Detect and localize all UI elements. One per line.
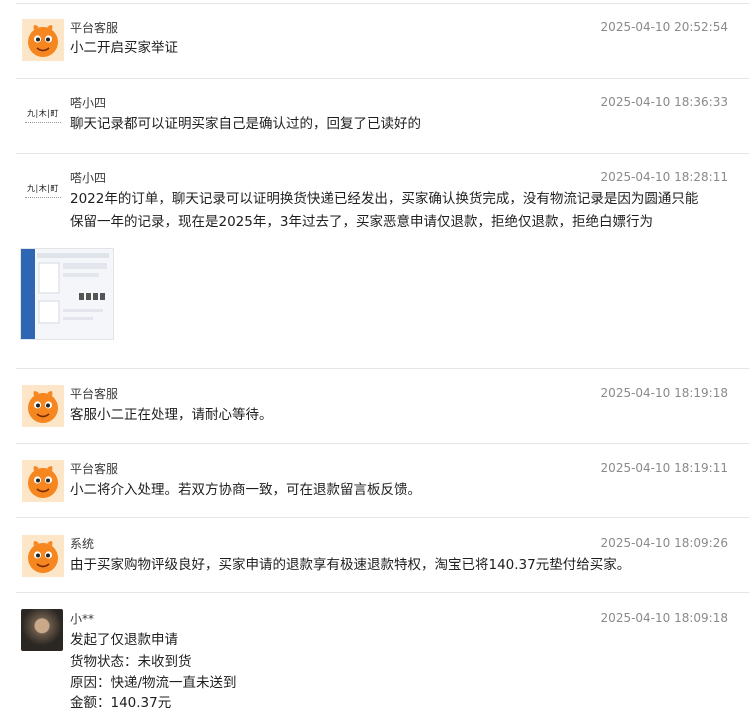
divider (16, 368, 749, 369)
sender-name: 平台客服 (70, 462, 119, 476)
message-time: 2025-04-10 20:52:54 (600, 20, 728, 34)
sender-name: 嗒小四 (70, 96, 107, 110)
message-text: 金额：140.37元 (70, 695, 172, 711)
sender-name: 嗒小四 (70, 171, 107, 185)
shop-logo: 九|木|町 (22, 183, 64, 203)
divider (16, 3, 749, 4)
message-text: 由于买家购物评级良好，买家申请的退款享有极速退款特权，淘宝已将140.37元垫付… (70, 557, 631, 573)
taobao-mascot-icon (22, 19, 64, 61)
message-time: 2025-04-10 18:36:33 (600, 95, 728, 109)
taobao-mascot-icon (22, 535, 64, 577)
attachment-thumbnail[interactable] (20, 248, 114, 340)
divider (16, 78, 749, 79)
divider (16, 153, 749, 154)
message-text: 发起了仅退款申请 (70, 632, 178, 648)
sender-name: 系统 (70, 537, 95, 551)
message-time: 2025-04-10 18:09:18 (600, 611, 728, 625)
user-avatar (21, 609, 63, 651)
message-text: 小二开启买家举证 (70, 40, 178, 56)
message-text: 货物状态：未收到货 (70, 654, 192, 670)
sender-name: 小** (70, 612, 95, 626)
taobao-mascot-icon (22, 460, 64, 502)
message-time: 2025-04-10 18:28:11 (600, 170, 728, 184)
divider (16, 517, 749, 518)
message-text: 小二将介入处理。若双方协商一致，可在退款留言板反馈。 (70, 482, 421, 498)
message-text: 聊天记录都可以证明买家自己是确认过的，回复了已读好的 (70, 116, 421, 132)
message-time: 2025-04-10 18:09:26 (600, 536, 728, 550)
message-text: 2022年的订单，聊天记录可以证明换货快递已经发出，买家确认换货完成，没有物流记… (70, 191, 699, 207)
taobao-mascot-icon (22, 385, 64, 427)
shop-logo: 九|木|町 (22, 108, 64, 128)
message-text: 保留一年的记录，现在是2025年，3年过去了，买家恶意申请仅退款，拒绝仅退款，拒… (70, 214, 653, 230)
divider (16, 592, 749, 593)
message-time: 2025-04-10 18:19:18 (600, 386, 728, 400)
message-time: 2025-04-10 18:19:11 (600, 461, 728, 475)
sender-name: 平台客服 (70, 21, 119, 35)
divider (16, 443, 749, 444)
sender-name: 平台客服 (70, 387, 119, 401)
message-text: 客服小二正在处理，请耐心等待。 (70, 407, 273, 423)
